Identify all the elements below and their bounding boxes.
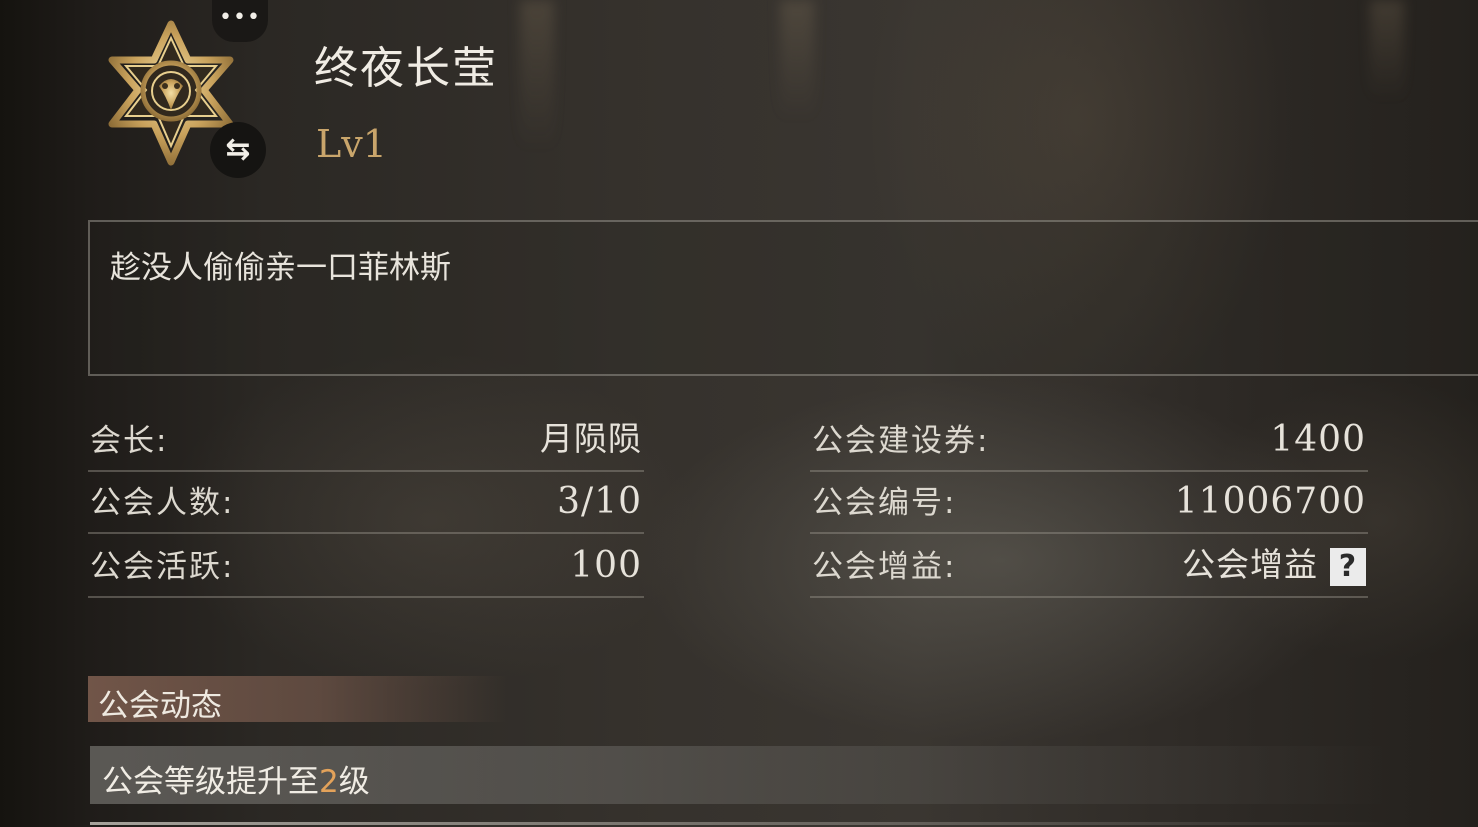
- guild-news-item-text: 公会等级提升至2级: [102, 756, 370, 801]
- event-level: 2: [319, 764, 339, 800]
- guild-notice-box[interactable]: 趁没人偷偷亲一口菲林斯: [88, 220, 1478, 376]
- buff-value-group: 公会增益?: [1182, 538, 1366, 586]
- more-dots-icon: •••: [219, 5, 261, 30]
- info-row-build-coupon: 公会建设券: 1400: [810, 410, 1368, 472]
- info-row-guild-id: 公会编号: 11006700: [810, 472, 1368, 534]
- background-light-streak: [520, 0, 554, 150]
- build-coupon-value: 1400: [1270, 419, 1366, 460]
- info-row-leader: 会长: 月陨陨: [88, 410, 644, 472]
- divider: [90, 822, 1390, 825]
- event-prefix: 公会等级提升至: [102, 764, 319, 800]
- guild-id-value: 11006700: [1174, 481, 1366, 522]
- members-label: 公会人数:: [90, 485, 235, 521]
- info-row-activity: 公会活跃: 100: [88, 536, 644, 598]
- background-light-streak: [780, 0, 814, 120]
- background-light-streak: [1370, 0, 1404, 100]
- members-value: 3/10: [557, 481, 642, 522]
- buff-value: 公会增益: [1182, 545, 1318, 584]
- switch-emblem-button[interactable]: ⇆: [210, 122, 266, 178]
- activity-value: 100: [570, 545, 642, 586]
- guild-news-item[interactable]: 公会等级提升至2级: [90, 746, 1390, 804]
- leader-label: 会长:: [90, 423, 169, 459]
- info-row-buff: 公会增益: 公会增益?: [810, 536, 1368, 598]
- info-row-members: 公会人数: 3/10: [88, 472, 644, 534]
- guild-news-header: 公会动态: [88, 676, 508, 724]
- guild-name: 终夜长莹: [314, 43, 498, 94]
- activity-label: 公会活跃:: [90, 549, 235, 585]
- guild-id-label: 公会编号:: [812, 485, 957, 521]
- guild-news-title: 公会动态: [98, 688, 222, 724]
- guild-level: Lv1: [316, 122, 387, 166]
- guild-notice-text: 趁没人偷偷亲一口菲林斯: [110, 250, 451, 286]
- leader-value: 月陨陨: [540, 419, 642, 458]
- build-coupon-label: 公会建设券:: [812, 423, 990, 459]
- swap-arrows-icon: ⇆: [225, 132, 251, 167]
- guild-info-screen: ••• ⇆ 终夜长莹 Lv1 趁没人偷偷亲一口菲林斯 会长: 月陨陨 公会人数:…: [0, 0, 1478, 827]
- buff-label: 公会增益:: [812, 549, 957, 585]
- event-suffix: 级: [338, 764, 370, 800]
- question-mark-icon[interactable]: ?: [1330, 547, 1366, 586]
- more-options-button[interactable]: •••: [212, 0, 268, 42]
